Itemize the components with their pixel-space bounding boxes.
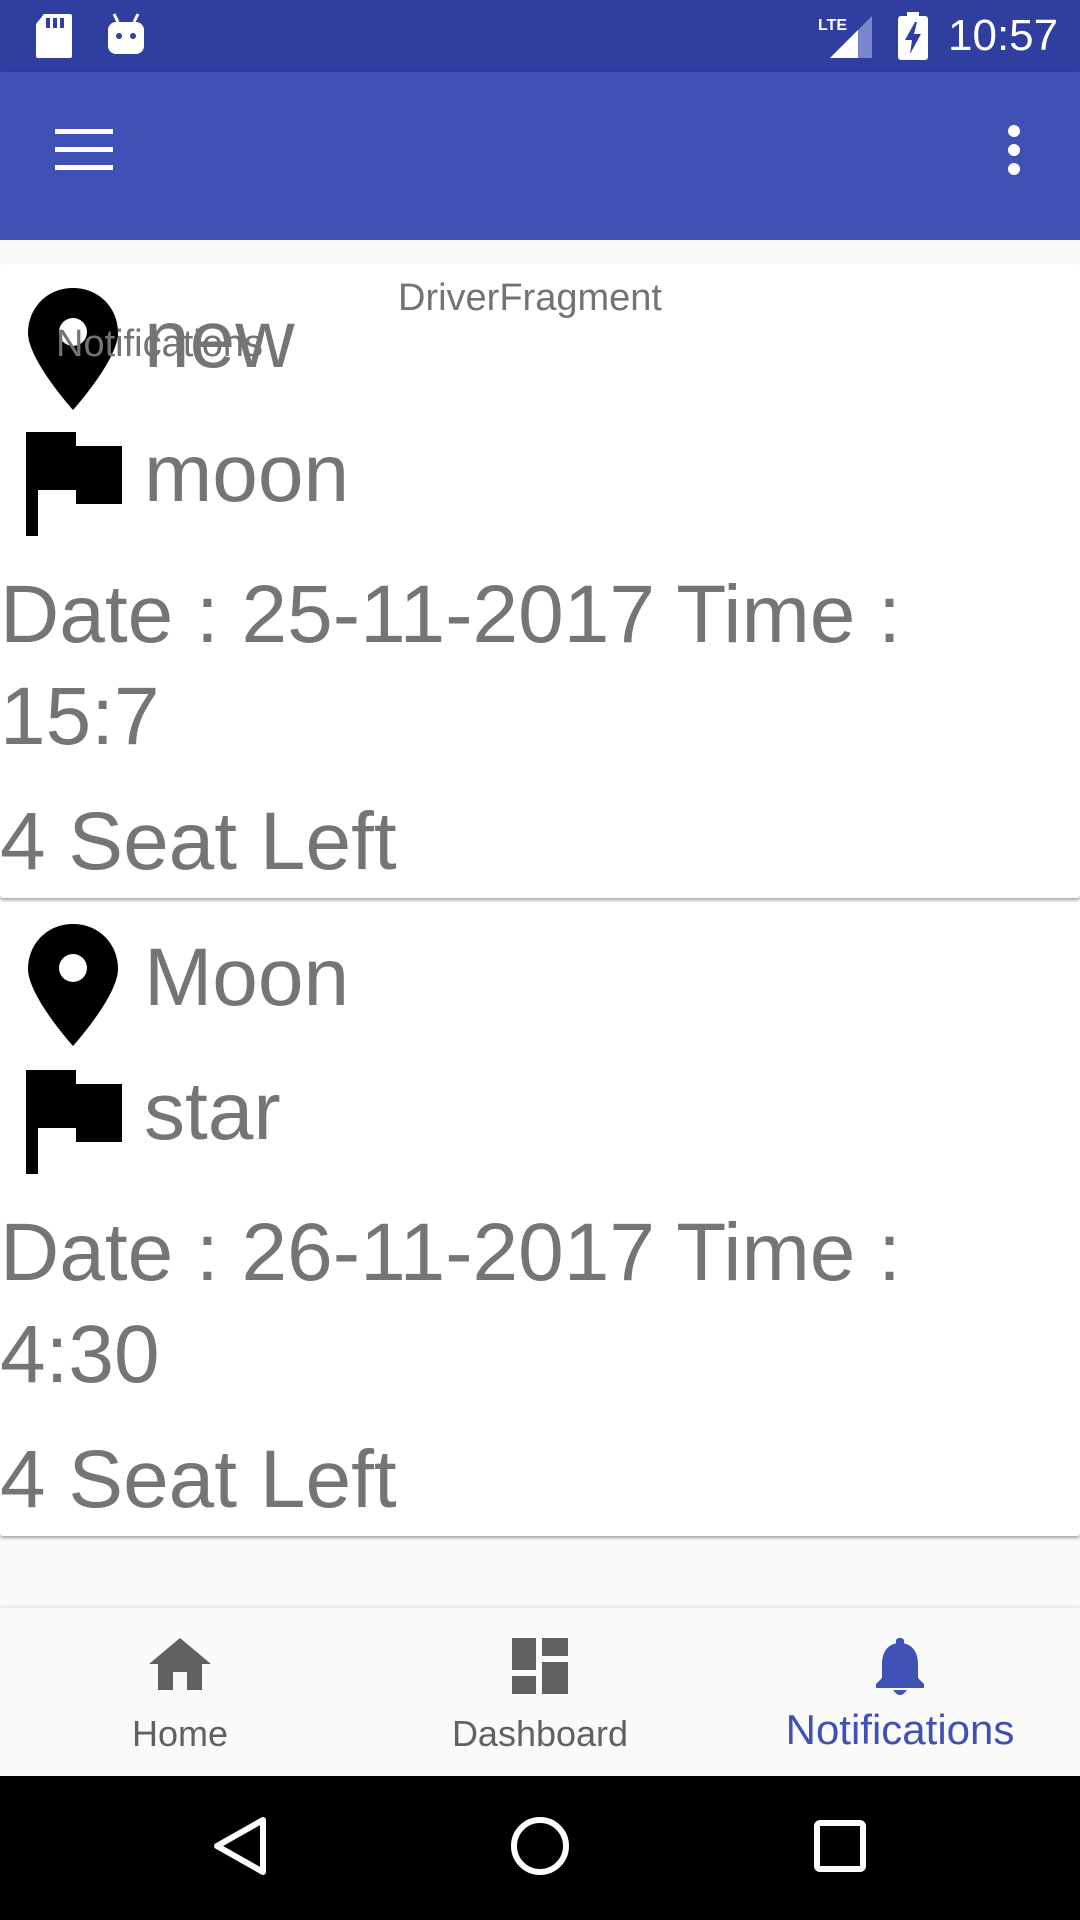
flag-icon [26,432,122,541]
sd-card-icon [36,14,72,63]
menu-button[interactable] [38,106,130,198]
ride-seats: 4 Seat Left [0,1434,397,1525]
nav-item-home[interactable]: Home [0,1608,360,1776]
fragment-label: DriverFragment [398,277,662,319]
home-circle-icon [510,1816,570,1881]
ride-card[interactable]: Moon star Date : 26-11-2017 Time : 4:30 … [0,902,1080,1536]
ride-to-row: moon [0,420,1080,550]
system-home-button[interactable] [480,1800,600,1896]
back-icon [213,1816,267,1881]
recents-icon [814,1819,866,1877]
ride-to-label: star [144,1066,281,1157]
ride-to-row: star [0,1058,1080,1188]
status-bar: LTE 10:57 [0,0,1080,72]
ride-datetime: Date : 25-11-2017 Time : 15:7 [0,569,901,762]
bell-icon [874,1638,926,1701]
notifications-text: Notifications [56,323,263,365]
battery-charging-icon [898,12,928,65]
hamburger-menu-icon [55,128,113,176]
system-back-button[interactable] [180,1800,300,1896]
overflow-menu-button[interactable] [976,106,1052,198]
ride-to-label: moon [144,428,350,519]
ride-datetime: Date : 26-11-2017 Time : 4:30 [0,1207,901,1400]
svg-text:LTE: LTE [818,17,847,34]
location-pin-icon [26,924,120,1051]
ride-from-row: Moon [0,912,1080,1046]
ride-seats: 4 Seat Left [0,796,397,887]
flag-icon [26,1070,122,1179]
nav-item-dashboard[interactable]: Dashboard [360,1608,720,1776]
system-recents-button[interactable] [780,1800,900,1896]
app-bar [0,72,1080,240]
bottom-navigation: Home Dashboard Notifications [0,1608,1080,1776]
system-navigation-bar [0,1776,1080,1920]
status-clock: 10:57 [948,11,1059,60]
android-icon [106,12,146,61]
nav-label-dashboard: Dashboard [451,1713,629,1754]
ride-from-label: Moon [144,932,350,1023]
nav-item-notifications[interactable]: Notifications [720,1608,1080,1776]
nav-label-notifications: Notifications [785,1706,1015,1753]
dashboard-icon [512,1638,568,1699]
more-vert-icon [1006,124,1022,180]
lte-signal-icon: LTE [818,14,874,63]
nav-label-home: Home [131,1713,229,1754]
home-icon [149,1638,211,1695]
